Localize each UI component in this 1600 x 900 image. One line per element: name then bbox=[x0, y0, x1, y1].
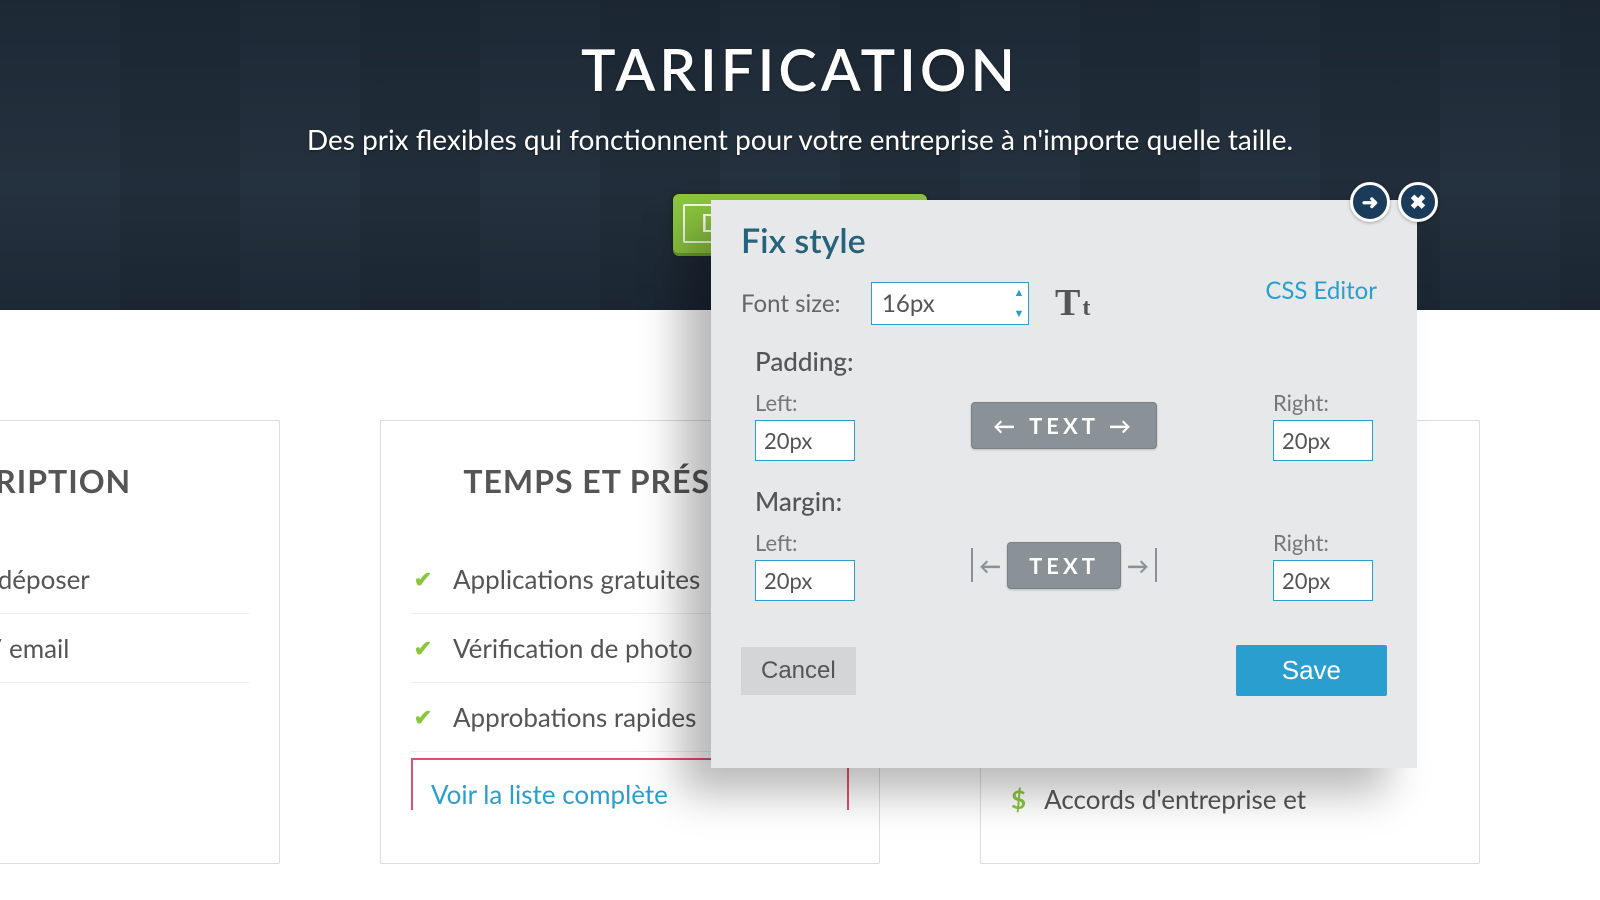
padding-section-label: Padding: bbox=[711, 335, 1417, 387]
padding-pill: ← TEXT → bbox=[971, 402, 1157, 449]
card-title: NSCRIPTION bbox=[0, 461, 249, 500]
close-icon: ✖ bbox=[1410, 190, 1427, 214]
margin-bar-right bbox=[1155, 548, 1157, 582]
arrow-left-icon: ← bbox=[979, 552, 1001, 579]
page-subtitle: Des prix flexibles qui fonctionnent pour… bbox=[0, 122, 1600, 156]
text-height-icon: Tt bbox=[1055, 281, 1090, 325]
feature-text: Approbations rapides bbox=[453, 701, 696, 733]
padding-right-label: Right: bbox=[1273, 389, 1373, 416]
padding-visualizer: ← TEXT → bbox=[875, 402, 1253, 449]
popover-footer: Cancel Save bbox=[711, 615, 1417, 696]
pricing-card-inscription: NSCRIPTION ✔ rface glisser-déposer ✔ ier… bbox=[0, 420, 280, 864]
spinner-down-icon[interactable]: ▼ bbox=[1009, 303, 1029, 325]
see-full-list-link[interactable]: Voir la liste complète bbox=[431, 778, 668, 810]
font-size-input[interactable] bbox=[871, 282, 1029, 325]
arrow-right-icon: → bbox=[1109, 412, 1135, 439]
padding-left-label: Left: bbox=[755, 389, 855, 416]
margin-visualizer: ← TEXT → bbox=[875, 542, 1253, 589]
close-button[interactable]: ✖ bbox=[1398, 182, 1438, 222]
margin-bar-left bbox=[971, 548, 973, 582]
save-button[interactable]: Save bbox=[1236, 645, 1387, 696]
feature-text: Applications gratuites bbox=[453, 563, 700, 595]
font-size-label: Font size: bbox=[741, 289, 853, 318]
dollar-icon: $ bbox=[1011, 783, 1026, 815]
feature-item: $ Accords d'entreprise et bbox=[1011, 765, 1449, 833]
feature-text: Vérification de photo bbox=[453, 632, 693, 664]
feature-text: Accords d'entreprise et bbox=[1044, 783, 1306, 815]
check-icon: ✔ bbox=[411, 634, 435, 662]
popover-float-controls: ➜ ✖ bbox=[1350, 182, 1438, 222]
arrow-right-icon: ➜ bbox=[1362, 190, 1379, 214]
margin-left-label: Left: bbox=[755, 529, 855, 556]
popover-title: Fix style bbox=[711, 200, 1417, 271]
feature-item: ✔ rface glisser-déposer bbox=[0, 545, 249, 614]
spinner: ▲ ▼ bbox=[1009, 282, 1029, 325]
spinner-up-icon[interactable]: ▲ bbox=[1009, 282, 1029, 304]
check-icon: ✔ bbox=[411, 703, 435, 731]
check-icon: ✔ bbox=[411, 565, 435, 593]
font-size-field-wrapper: ▲ ▼ bbox=[871, 282, 1029, 325]
arrow-right-icon: → bbox=[1127, 552, 1149, 579]
cancel-button[interactable]: Cancel bbox=[741, 647, 856, 695]
margin-row: Left: ← TEXT → Right: bbox=[711, 527, 1417, 615]
feature-item: ✔ ier par SMS / email bbox=[0, 614, 249, 683]
margin-right-label: Right: bbox=[1273, 529, 1373, 556]
fix-style-popover: Fix style CSS Editor Font size: ▲ ▼ Tt P… bbox=[711, 200, 1417, 768]
feature-text: ier par SMS / email bbox=[0, 632, 69, 664]
feature-text: rface glisser-déposer bbox=[0, 563, 90, 595]
margin-section-label: Margin: bbox=[711, 475, 1417, 527]
padding-row: Left: ← TEXT → Right: bbox=[711, 387, 1417, 475]
next-arrow-button[interactable]: ➜ bbox=[1350, 182, 1390, 222]
margin-left-input[interactable] bbox=[755, 560, 855, 601]
pill-text: TEXT bbox=[1029, 552, 1099, 579]
margin-pill: TEXT bbox=[1007, 542, 1121, 589]
padding-left-input[interactable] bbox=[755, 420, 855, 461]
arrow-left-icon: ← bbox=[993, 412, 1019, 439]
margin-right-input[interactable] bbox=[1273, 560, 1373, 601]
padding-right-input[interactable] bbox=[1273, 420, 1373, 461]
pill-text: TEXT bbox=[1029, 412, 1099, 439]
page-title: TARIFICATION bbox=[0, 35, 1600, 104]
feature-item: ✔ èles faciles bbox=[0, 683, 249, 751]
